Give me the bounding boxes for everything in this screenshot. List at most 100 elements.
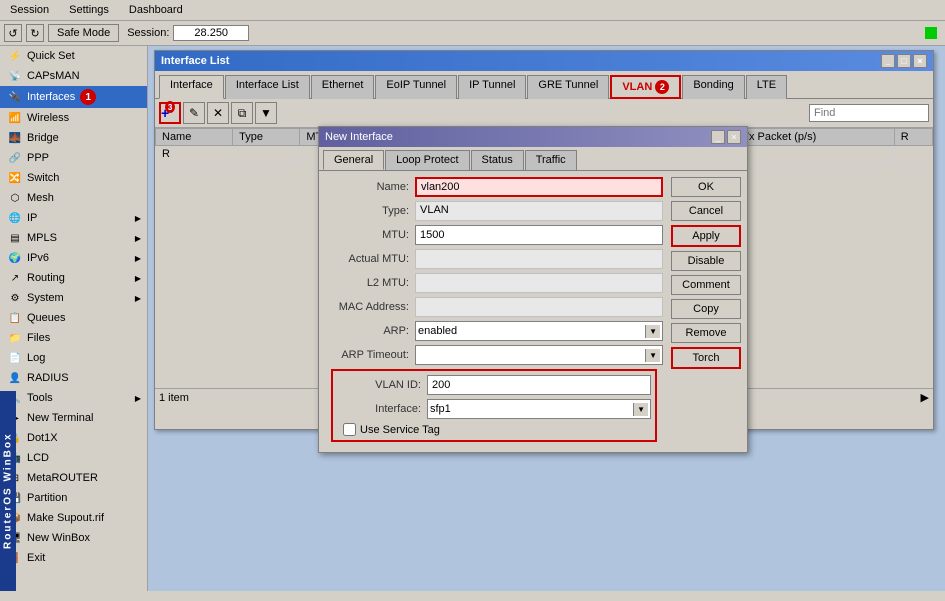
name-label: Name: <box>325 181 415 193</box>
sidebar-item-log[interactable]: 📄 Log <box>0 348 147 368</box>
clone-button[interactable]: ⧉ <box>231 102 253 124</box>
sidebar-item-system[interactable]: ⚙ System <box>0 288 147 308</box>
torch-button[interactable]: Torch <box>671 347 741 369</box>
remove-button[interactable]: Remove <box>671 323 741 343</box>
dialog-minimize[interactable]: _ <box>711 130 725 144</box>
sidebar-item-new-winbox[interactable]: 🖥 New WinBox <box>0 528 147 548</box>
tab-vlan[interactable]: VLAN 2 <box>610 75 681 99</box>
interface-list-title: Interface List _ □ × <box>155 51 933 71</box>
sidebar-label-switch: Switch <box>27 172 59 184</box>
dialog-window-controls: _ × <box>711 130 741 144</box>
sidebar-item-ppp[interactable]: 🔗 PPP <box>0 148 147 168</box>
sidebar-item-ip[interactable]: 🌐 IP <box>0 208 147 228</box>
sidebar-item-lcd[interactable]: 📺 LCD <box>0 448 147 468</box>
tab-interface[interactable]: Interface <box>159 75 224 99</box>
sidebar-item-new-terminal[interactable]: ▶ New Terminal <box>0 408 147 428</box>
tab-gre-tunnel[interactable]: GRE Tunnel <box>527 75 609 99</box>
sidebar-label-make-supout: Make Supout.rif <box>27 512 104 524</box>
copy-button[interactable]: Copy <box>671 299 741 319</box>
filter-button[interactable]: ▼ <box>255 102 277 124</box>
menu-dashboard[interactable]: Dashboard <box>123 2 189 18</box>
col-type[interactable]: Type <box>233 129 300 146</box>
actual-mtu-value <box>415 249 663 269</box>
arp-timeout-select[interactable]: ▼ <box>415 345 663 365</box>
tab-lte[interactable]: LTE <box>746 75 787 99</box>
sidebar-item-dot1x[interactable]: 🔒 Dot1X <box>0 428 147 448</box>
interface-select[interactable]: sfp1 ▼ <box>427 399 651 419</box>
type-value: VLAN <box>415 201 663 221</box>
cell-type <box>233 146 300 163</box>
sidebar-item-ipv6[interactable]: 🌍 IPv6 <box>0 248 147 268</box>
sidebar-item-exit[interactable]: 🚪 Exit <box>0 548 147 568</box>
tab-eoip-tunnel[interactable]: EoIP Tunnel <box>375 75 457 99</box>
sidebar-item-wireless[interactable]: 📶 Wireless <box>0 108 147 128</box>
menu-session[interactable]: Session <box>4 2 55 18</box>
col-r[interactable]: R <box>894 129 932 146</box>
dialog-tab-traffic[interactable]: Traffic <box>525 150 577 170</box>
scroll-right[interactable]: ▶ <box>921 391 929 404</box>
sidebar-label-new-terminal: New Terminal <box>27 412 93 424</box>
tab-ethernet[interactable]: Ethernet <box>311 75 375 99</box>
sidebar-item-quick-set[interactable]: ⚡ Quick Set <box>0 46 147 66</box>
sidebar-item-radius[interactable]: 👤 RADIUS <box>0 368 147 388</box>
dialog-tab-general[interactable]: General <box>323 150 384 170</box>
sidebar-item-tools[interactable]: 🔧 Tools <box>0 388 147 408</box>
ip-icon: 🌐 <box>8 211 22 225</box>
ok-button[interactable]: OK <box>671 177 741 197</box>
form-row-l2-mtu: L2 MTU: <box>325 273 663 293</box>
sidebar-item-bridge[interactable]: 🌉 Bridge <box>0 128 147 148</box>
add-interface-button[interactable]: + 3 <box>159 102 181 124</box>
redo-button[interactable]: ↻ <box>26 24 44 42</box>
dialog-tab-bar: General Loop Protect Status Traffic <box>319 147 747 171</box>
type-label: Type: <box>325 205 415 217</box>
close-button[interactable]: × <box>913 54 927 68</box>
tab-ip-tunnel[interactable]: IP Tunnel <box>458 75 526 99</box>
sidebar-item-capsman[interactable]: 📡 CAPsMAN <box>0 66 147 86</box>
interfaces-badge: 1 <box>80 89 96 105</box>
maximize-button[interactable]: □ <box>897 54 911 68</box>
mtu-input[interactable] <box>415 225 663 245</box>
vlan-id-input[interactable] <box>427 375 651 395</box>
edit-button[interactable]: ✎ <box>183 102 205 124</box>
sidebar-item-files[interactable]: 📁 Files <box>0 328 147 348</box>
apply-button[interactable]: Apply <box>671 225 741 247</box>
comment-button[interactable]: Comment <box>671 275 741 295</box>
dialog-title: New Interface _ × <box>319 127 747 147</box>
sidebar-item-mpls[interactable]: ▤ MPLS <box>0 228 147 248</box>
col-tx-packet[interactable]: Tx Packet (p/s) <box>736 129 894 146</box>
use-service-tag-row: Use Service Tag <box>337 423 651 436</box>
disable-button[interactable]: Disable <box>671 251 741 271</box>
sidebar-label-lcd: LCD <box>27 452 49 464</box>
sidebar-item-make-supout[interactable]: 📦 Make Supout.rif <box>0 508 147 528</box>
undo-button[interactable]: ↺ <box>4 24 22 42</box>
dialog-tab-loop-protect[interactable]: Loop Protect <box>385 150 469 170</box>
sidebar-item-switch[interactable]: 🔀 Switch <box>0 168 147 188</box>
form-row-name: Name: <box>325 177 663 197</box>
safe-mode-button[interactable]: Safe Mode <box>48 24 119 42</box>
minimize-button[interactable]: _ <box>881 54 895 68</box>
tab-interface-list[interactable]: Interface List <box>225 75 310 99</box>
sidebar-item-metarouter[interactable]: ⊞ MetaROUTER <box>0 468 147 488</box>
session-label: Session: <box>127 27 169 39</box>
sidebar-item-mesh[interactable]: ⬡ Mesh <box>0 188 147 208</box>
delete-button[interactable]: ✕ <box>207 102 229 124</box>
sidebar-label-new-winbox: New WinBox <box>27 532 90 544</box>
col-name[interactable]: Name <box>156 129 233 146</box>
find-input[interactable] <box>809 104 929 122</box>
session-value: 28.250 <box>173 25 249 41</box>
dialog-tab-status[interactable]: Status <box>471 150 524 170</box>
sidebar-label-mesh: Mesh <box>27 192 54 204</box>
sidebar-item-queues[interactable]: 📋 Queues <box>0 308 147 328</box>
dialog-close[interactable]: × <box>727 130 741 144</box>
sidebar-label-queues: Queues <box>27 312 66 324</box>
menu-settings[interactable]: Settings <box>63 2 115 18</box>
sidebar-item-routing[interactable]: ↗ Routing <box>0 268 147 288</box>
sidebar-item-partition[interactable]: 💾 Partition <box>0 488 147 508</box>
sidebar-label-ppp: PPP <box>27 152 49 164</box>
sidebar-item-interfaces[interactable]: 🔌 Interfaces 1 <box>0 86 147 108</box>
arp-select[interactable]: enabled ▼ <box>415 321 663 341</box>
tab-bonding[interactable]: Bonding <box>682 75 744 99</box>
cancel-button[interactable]: Cancel <box>671 201 741 221</box>
use-service-tag-checkbox[interactable] <box>343 423 356 436</box>
name-input[interactable] <box>415 177 663 197</box>
